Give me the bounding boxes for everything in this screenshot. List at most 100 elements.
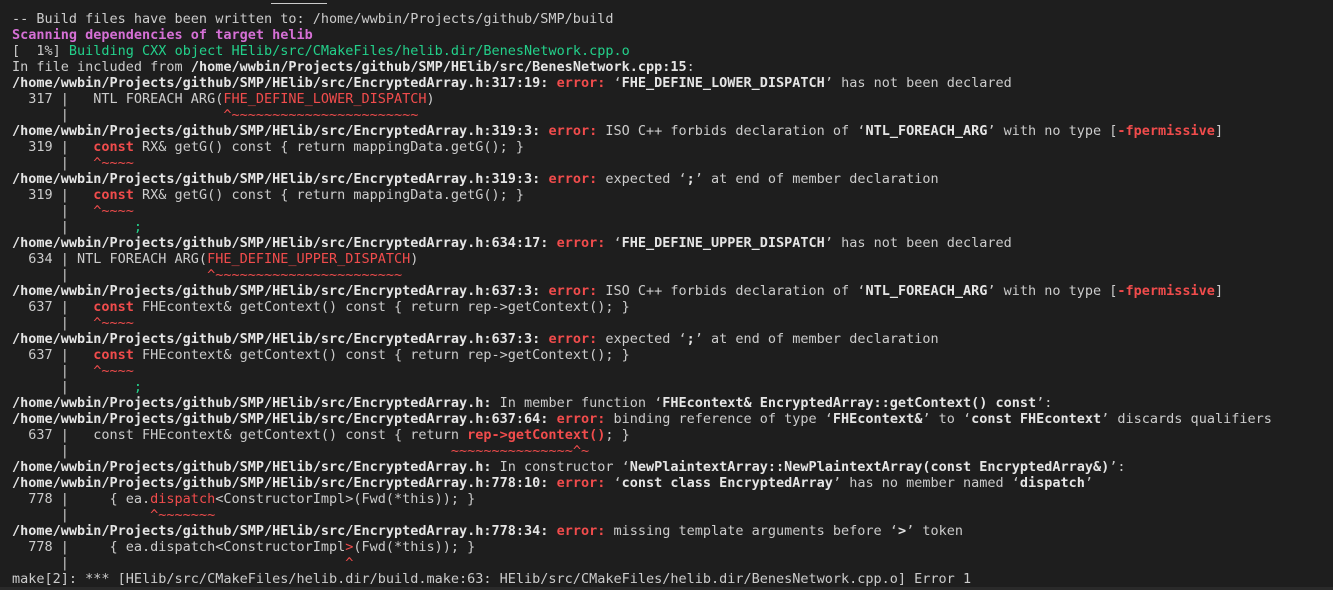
terminal-line: /home/wwbin/Projects/github/SMP/HElib/sr… — [12, 123, 1333, 139]
terminal-text: expected ‘ — [605, 331, 687, 347]
terminal-text: 637 | — [12, 347, 94, 363]
terminal-line: /home/wwbin/Projects/github/SMP/HElib/sr… — [12, 331, 1333, 347]
terminal-text: /home/wwbin/Projects/github/SMP/HElib/sr… — [12, 171, 549, 187]
terminal-text: NewPlaintextArray::NewPlaintextArray(con… — [629, 459, 1110, 475]
terminal-text: ] — [1214, 123, 1224, 139]
terminal-text: [ 1%] — [12, 43, 69, 59]
terminal-text: RX& getG() const { return mappingData.ge… — [133, 139, 525, 155]
terminal-line: Scanning dependencies of target helib — [12, 27, 1333, 43]
terminal-text: const — [93, 299, 134, 315]
terminal-text: ~~~~~~~~~~~~~~~^~ — [450, 443, 590, 459]
terminal-line: | ; — [12, 219, 1333, 235]
terminal-text: const — [93, 347, 134, 363]
terminal-text: ’: — [1036, 395, 1053, 411]
terminal-text: 778 | { ea.dispatch<ConstructorImpl — [12, 539, 346, 555]
terminal-text: /home/wwbin/Projects/github/SMP/HElib/sr… — [12, 75, 557, 91]
terminal-line: | ^~~~~~~~~~~~~~~~~~~~~~~~ — [12, 107, 1333, 123]
terminal-line: 317 | NTL FOREACH ARG(FHE_DEFINE_LOWER_D… — [12, 91, 1333, 107]
terminal-line: /home/wwbin/Projects/github/SMP/HElib/sr… — [12, 523, 1333, 539]
error-label: error: — [548, 283, 606, 299]
terminal-text: binding reference of type ‘ — [613, 411, 833, 427]
terminal-text: | — [12, 315, 94, 331]
terminal-text: ) — [426, 91, 435, 107]
terminal-text: ’ at end of member declaration — [694, 171, 939, 187]
terminal-text: ^ — [345, 555, 354, 571]
terminal-line: | ^~~~~ — [12, 315, 1333, 331]
terminal-line: | ^~~~~ — [12, 363, 1333, 379]
terminal-line: 319 | const RX& getG() const { return ma… — [12, 187, 1333, 203]
error-label: error: — [548, 171, 606, 187]
terminal-text: /home/wwbin/Projects/github/SMP/HElib/sr… — [12, 123, 549, 139]
terminal-text: ^~~~~ — [93, 363, 134, 379]
error-label: error: — [556, 411, 614, 427]
terminal-text: ; — [133, 219, 143, 235]
terminal-text: ’ discards qualifiers — [1101, 411, 1272, 427]
terminal-line: | ^~~~~~~~~~~~~~~~~~~~~~~~ — [12, 267, 1333, 283]
terminal-text: ‘ — [613, 235, 622, 251]
terminal-text: ; } — [605, 427, 630, 443]
terminal-line: 637 | const FHEcontext& getContext() con… — [12, 347, 1333, 363]
terminal-text: const — [93, 139, 134, 155]
terminal-text: /home/wwbin/Projects/github/SMP/HElib/sr… — [12, 331, 549, 347]
terminal-line: | ^~~~~ — [12, 155, 1333, 171]
terminal-text: In file included from — [12, 59, 191, 75]
terminal-text: /home/wwbin/Projects/github/SMP/HElib/sr… — [12, 475, 557, 491]
terminal-text: (Fwd(*this)); } — [353, 539, 476, 555]
terminal-text: 637 | const FHEcontext& getContext() con… — [12, 427, 468, 443]
terminal-line: 778 | { ea.dispatch<ConstructorImpl>(Fwd… — [12, 539, 1333, 555]
error-label: error: — [548, 331, 606, 347]
terminal-text: | — [12, 203, 94, 219]
terminal-line: 634 | NTL FOREACH ARG(FHE_DEFINE_UPPER_D… — [12, 251, 1333, 267]
terminal-text: ^~~~~~~~~~~~~~~~~~~~~~~~ — [207, 267, 403, 283]
terminal-text: | — [12, 155, 94, 171]
terminal-text: | — [12, 379, 134, 395]
terminal-text: 319 | — [12, 187, 94, 203]
terminal-text: | — [12, 363, 94, 379]
terminal-output[interactable]: -- Build files have been written to: /ho… — [12, 11, 1333, 587]
terminal-text: FHEcontext& getContext() const { return … — [133, 347, 630, 363]
terminal-text: ; — [133, 379, 143, 395]
terminal-line: 778 | { ea.dispatch<ConstructorImpl>(Fwd… — [12, 491, 1333, 507]
terminal-line: /home/wwbin/Projects/github/SMP/HElib/sr… — [12, 75, 1333, 91]
terminal-text: /home/wwbin/Projects/github/SMP/HElib/sr… — [12, 235, 557, 251]
terminal-text: ; — [686, 171, 695, 187]
terminal-text: NTL_FOREACH_ARG — [865, 123, 988, 139]
error-label: rep->getContext() — [467, 427, 606, 443]
terminal-text: const FHEcontext — [971, 411, 1102, 427]
terminal-text: ) — [410, 251, 419, 267]
terminal-text: NTL_FOREACH_ARG — [865, 283, 988, 299]
terminal-text: In member function ‘ — [499, 395, 663, 411]
terminal-text: dispatch — [150, 491, 216, 507]
terminal-text: FHEcontext& — [832, 411, 923, 427]
terminal-text: ’ — [1084, 475, 1094, 491]
terminal-text: FHEcontext& getContext() const { return … — [133, 299, 630, 315]
terminal-text: missing template arguments before ‘ — [613, 523, 898, 539]
terminal-text: | — [12, 507, 151, 523]
error-label: -fpermissive — [1117, 283, 1215, 299]
terminal-line: In file included from /home/wwbin/Projec… — [12, 59, 1333, 75]
terminal-text: ^~~~~ — [93, 315, 134, 331]
terminal-text: /home/wwbin/Projects/github/SMP/HElib/sr… — [12, 395, 500, 411]
terminal-text: Scanning dependencies of target helib — [12, 27, 313, 43]
error-label: -fpermissive — [1117, 123, 1215, 139]
terminal-text: | — [12, 267, 208, 283]
error-label: error: — [556, 523, 614, 539]
terminal-text: ’ token — [906, 523, 963, 539]
terminal-text: <ConstructorImpl>(Fwd(*this)); } — [215, 491, 476, 507]
terminal-text: ’ has no member named ‘ — [832, 475, 1020, 491]
terminal-text: -- Build files have been written to: /ho… — [12, 11, 614, 27]
error-label: error: — [548, 123, 606, 139]
terminal-text: | — [12, 107, 224, 123]
terminal-text: 317 | NTL FOREACH ARG( — [12, 91, 224, 107]
terminal-text: FHE_DEFINE_LOWER_DISPATCH — [621, 75, 825, 91]
terminal-text: : — [686, 59, 695, 75]
terminal-text: ] — [1214, 283, 1224, 299]
terminal-text: ^~~~~~~~ — [150, 507, 216, 523]
terminal-text: const — [93, 187, 134, 203]
terminal-text: ’ has not been declared — [824, 75, 1012, 91]
terminal-text: ’ with no type [ — [987, 123, 1118, 139]
terminal-line: 637 | const FHEcontext& getContext() con… — [12, 427, 1333, 443]
terminal-text: /home/wwbin/Projects/github/SMP/HElib/sr… — [12, 523, 557, 539]
terminal-line: 637 | const FHEcontext& getContext() con… — [12, 299, 1333, 315]
terminal-text: 778 | { ea. — [12, 491, 151, 507]
